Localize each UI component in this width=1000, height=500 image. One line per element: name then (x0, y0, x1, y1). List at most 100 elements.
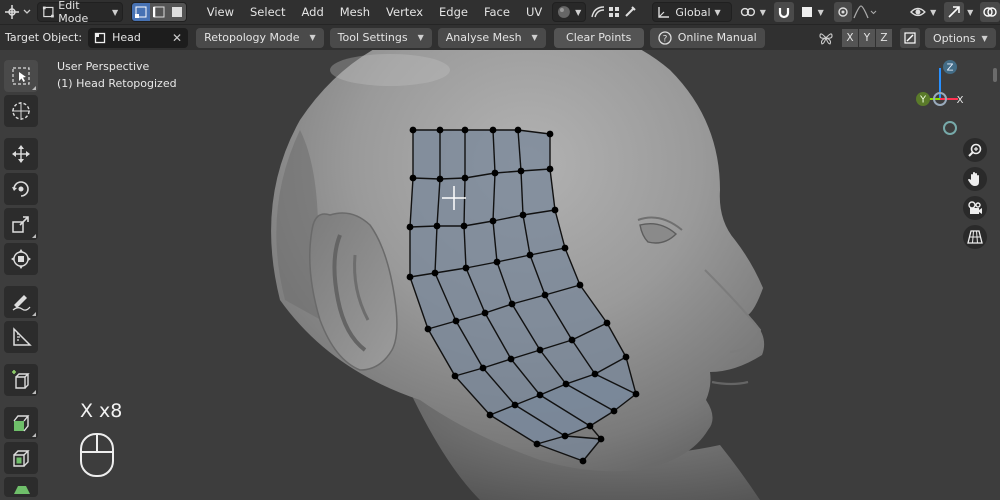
mesh-face[interactable] (435, 226, 466, 273)
mesh-vertex[interactable] (517, 167, 525, 175)
mesh-vertex[interactable] (551, 206, 559, 214)
mesh-vertex[interactable] (481, 309, 489, 317)
move-tool[interactable] (4, 138, 38, 170)
mesh-vertex[interactable] (586, 422, 594, 430)
menu-uv[interactable]: UV (518, 2, 550, 22)
orientation-dropdown[interactable]: Global ▼ (652, 2, 732, 22)
mirror-x-toggle[interactable]: X (842, 29, 858, 47)
mesh-edge[interactable] (463, 177, 466, 227)
mesh-face[interactable] (440, 130, 465, 179)
mesh-face[interactable] (437, 178, 465, 226)
pivot-dropdown[interactable]: ▼ (736, 2, 770, 22)
measure-tool[interactable] (4, 321, 38, 353)
mode-dropdown[interactable]: Edit Mode ▼ (36, 0, 124, 25)
mesh-face[interactable] (521, 169, 555, 215)
visibility-dropdown[interactable]: ▼ (906, 2, 940, 22)
snap-target-dropdown[interactable]: ▼ (796, 2, 828, 22)
mesh-vertex[interactable] (579, 457, 587, 465)
mesh-vertex[interactable] (508, 300, 516, 308)
menu-vertex[interactable]: Vertex (378, 2, 431, 22)
viewport-scrollbar[interactable] (993, 68, 997, 82)
inset-tool[interactable] (4, 442, 38, 474)
rotate-tool[interactable] (4, 173, 38, 205)
mesh-vertex[interactable] (406, 273, 414, 281)
mesh-vertex[interactable] (436, 126, 444, 134)
online-manual-button[interactable]: ? Online Manual (649, 27, 765, 48)
mesh-vertex[interactable] (461, 174, 469, 182)
uv-sync-icon[interactable] (622, 2, 638, 22)
mesh-vertex[interactable] (452, 317, 460, 325)
mesh-vertex[interactable] (491, 169, 499, 177)
mesh-face[interactable] (493, 130, 521, 173)
cursor-tool[interactable] (4, 95, 38, 127)
menu-edge[interactable]: Edge (431, 2, 476, 22)
face-select-icon[interactable] (167, 3, 186, 21)
mesh-vertex[interactable] (519, 211, 527, 219)
mesh-vertex[interactable] (489, 126, 497, 134)
mesh-vertex[interactable] (511, 401, 519, 409)
xray-mesh-icon[interactable] (590, 2, 606, 22)
select-box-tool[interactable] (4, 60, 38, 92)
mesh-vertex[interactable] (460, 222, 468, 230)
navigation-gizmo[interactable]: Z Y X (910, 56, 990, 136)
zoom-button[interactable] (963, 138, 987, 162)
camera-view-button[interactable] (963, 196, 987, 220)
mesh-vertex[interactable] (561, 244, 569, 252)
mesh-edge[interactable] (412, 177, 441, 180)
mesh-vertex[interactable] (568, 336, 576, 344)
mesh-vertex[interactable] (461, 126, 469, 134)
annotate-tool[interactable] (4, 286, 38, 318)
mesh-vertex[interactable] (433, 222, 441, 230)
mesh-vertex[interactable] (409, 126, 417, 134)
extrude-tool[interactable] (4, 407, 38, 439)
mesh-vertex[interactable] (409, 174, 417, 182)
mesh-vertex[interactable] (526, 251, 534, 259)
editor-type-selector[interactable] (4, 2, 33, 22)
mesh-vertex[interactable] (603, 319, 611, 327)
falloff-dropdown[interactable] (852, 2, 879, 22)
retopology-mode-dropdown[interactable]: Retopology Mode ▼ (196, 27, 324, 48)
mirror-z-toggle[interactable]: Z (876, 29, 892, 47)
mirror-y-toggle[interactable]: Y (859, 29, 875, 47)
mesh-vertex[interactable] (424, 325, 432, 333)
menu-add[interactable]: Add (293, 2, 331, 22)
mesh-vertex[interactable] (514, 126, 522, 134)
edge-select-icon[interactable] (150, 3, 168, 21)
shading-overlay-dropdown[interactable]: ▼ (552, 2, 587, 22)
mesh-vertex[interactable] (462, 264, 470, 272)
target-object-field[interactable]: Head ✕ (88, 27, 189, 48)
clear-x-icon[interactable]: ✕ (172, 31, 182, 45)
snap-toggle[interactable] (773, 2, 794, 22)
mesh-vertex[interactable] (546, 130, 554, 138)
proportional-edit-toggle[interactable] (833, 2, 852, 22)
transform-tool[interactable] (4, 243, 38, 275)
mesh-vertex[interactable] (493, 258, 501, 266)
mesh-vertex[interactable] (533, 440, 541, 448)
mesh-face[interactable] (410, 178, 440, 227)
mesh-vertex[interactable] (451, 372, 459, 380)
mesh-vertex[interactable] (597, 435, 605, 443)
overlay-toggle[interactable] (980, 2, 1000, 22)
analyse-mesh-dropdown[interactable]: Analyse Mesh ▼ (437, 27, 546, 48)
mesh-vertex[interactable] (486, 411, 494, 419)
mesh-edge[interactable] (439, 177, 466, 180)
retopology-mesh[interactable] (0, 50, 1000, 500)
menu-face[interactable]: Face (476, 2, 518, 22)
mesh-face[interactable] (465, 130, 495, 178)
add-cube-tool[interactable] (4, 364, 38, 396)
mesh-vertex[interactable] (536, 346, 544, 354)
mesh-face[interactable] (464, 173, 495, 226)
mesh-vertex[interactable] (536, 391, 544, 399)
mesh-vertex[interactable] (610, 407, 618, 415)
mesh-vertex[interactable] (406, 223, 414, 231)
menu-select[interactable]: Select (242, 2, 293, 22)
bevel-tool[interactable] (4, 477, 38, 497)
mesh-vertex[interactable] (489, 217, 497, 225)
mesh-vertex[interactable] (479, 364, 487, 372)
mesh-vertex[interactable] (431, 269, 439, 277)
ortho-toggle-button[interactable] (963, 225, 987, 249)
3d-viewport[interactable]: User Perspective (1) Head Retopogized Z … (0, 50, 1000, 500)
gizmo-toggle[interactable] (944, 2, 964, 22)
mesh-face[interactable] (493, 171, 523, 221)
scale-tool[interactable] (4, 208, 38, 240)
